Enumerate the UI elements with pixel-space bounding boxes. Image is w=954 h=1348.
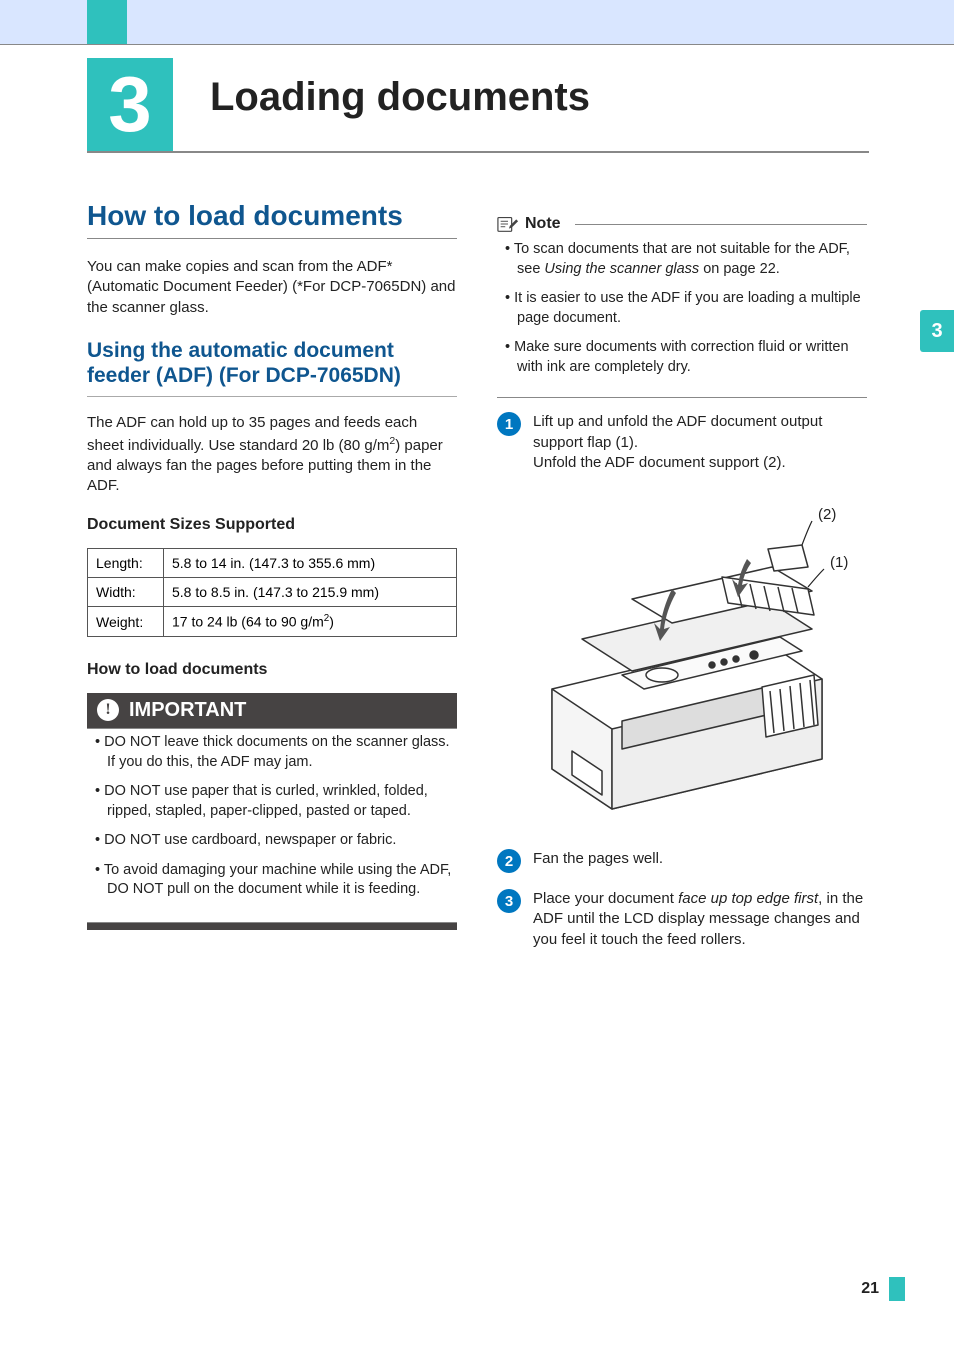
howto-heading: How to load documents [87,661,457,679]
spec-value: 17 to 24 lb (64 to 90 g/m2) [164,607,457,637]
left-column: How to load documents You can make copie… [87,200,457,966]
page-number: 21 [861,1280,879,1298]
printer-illustration: (2) (1) [512,489,852,819]
right-column: Note To scan documents that are not suit… [497,200,867,966]
list-item: To avoid damaging your machine while usi… [95,861,457,900]
step-number-2: 2 [497,849,521,873]
step1-line1: Lift up and unfold the ADF document outp… [533,413,822,450]
adf-description: The ADF can hold up to 35 pages and feed… [87,413,457,496]
table-row: Weight: 17 to 24 lb (64 to 90 g/m2) [88,607,457,637]
chapter-underline [87,151,869,153]
subsection-underline [87,396,457,397]
section-title: How to load documents [87,200,457,232]
note-footer-line [497,397,867,398]
step-1: 1 Lift up and unfold the ADF document ou… [497,412,867,473]
spec-label: Length: [88,549,164,578]
important-label: IMPORTANT [129,699,246,722]
step3-pre: Place your document [533,890,678,907]
exclamation-icon: ! [97,699,119,721]
spec-value-suffix: ) [329,614,334,630]
table-row: Length: 5.8 to 14 in. (147.3 to 355.6 mm… [88,549,457,578]
spec-label: Width: [88,578,164,607]
step3-italic: face up top edge first [678,890,818,907]
note-header-line [575,224,867,225]
note1-post: on page 22. [699,261,780,277]
step-2-text: Fan the pages well. [533,849,867,873]
header-divider [0,44,954,45]
table-row: Width: 5.8 to 8.5 in. (147.3 to 215.9 mm… [88,578,457,607]
note-box: Note To scan documents that are not suit… [497,214,867,398]
step-2: 2 Fan the pages well. [497,849,867,873]
list-item: DO NOT use cardboard, newspaper or fabri… [95,831,457,851]
list-item: Make sure documents with correction flui… [505,338,867,377]
section-underline [87,238,457,239]
intro-text: You can make copies and scan from the AD… [87,257,457,318]
spec-label: Weight: [88,607,164,637]
note-label: Note [525,215,561,233]
header-accent [87,0,127,44]
note-list: To scan documents that are not suitable … [497,240,867,377]
step-number-3: 3 [497,889,521,913]
note-header: Note [497,214,867,234]
adf-desc-part1: The ADF can hold up to 35 pages and feed… [87,414,417,453]
step-3: 3 Place your document face up top edge f… [497,889,867,950]
spec-value: 5.8 to 14 in. (147.3 to 355.6 mm) [164,549,457,578]
spec-table: Length: 5.8 to 14 in. (147.3 to 355.6 mm… [87,548,457,637]
step-1-text: Lift up and unfold the ADF document outp… [533,412,867,473]
list-item: DO NOT leave thick documents on the scan… [95,733,457,772]
page-number-tab [889,1277,905,1301]
svg-text:(2): (2) [818,506,836,523]
list-item: DO NOT use paper that is curled, wrinkle… [95,782,457,821]
list-item: It is easier to use the ADF if you are l… [505,289,867,328]
spec-value-prefix: 17 to 24 lb (64 to 90 g/m [172,614,324,630]
step-number-1: 1 [497,412,521,436]
important-box: ! IMPORTANT DO NOT leave thick documents… [87,693,457,930]
chapter-title: Loading documents [210,75,590,120]
subsection-title: Using the automatic document feeder (ADF… [87,338,457,388]
note1-link: Using the scanner glass [544,261,699,277]
important-body: DO NOT leave thick documents on the scan… [87,728,457,923]
sizes-heading: Document Sizes Supported [87,516,457,534]
note-icon [497,214,519,234]
note-body: To scan documents that are not suitable … [497,238,867,397]
important-footer-bar [87,923,457,930]
important-header: ! IMPORTANT [87,693,457,728]
content-columns: How to load documents You can make copie… [87,200,867,966]
spec-value: 5.8 to 8.5 in. (147.3 to 215.9 mm) [164,578,457,607]
step-3-text: Place your document face up top edge fir… [533,889,867,950]
chapter-number-box: 3 [87,58,173,151]
printer-figure: (2) (1) [497,489,867,819]
step1-line2: Unfold the ADF document support (2). [533,454,786,471]
important-list: DO NOT leave thick documents on the scan… [87,733,457,900]
side-tab: 3 [920,310,954,352]
svg-text:(1): (1) [830,554,848,571]
header-bar [0,0,954,44]
list-item: To scan documents that are not suitable … [505,240,867,279]
